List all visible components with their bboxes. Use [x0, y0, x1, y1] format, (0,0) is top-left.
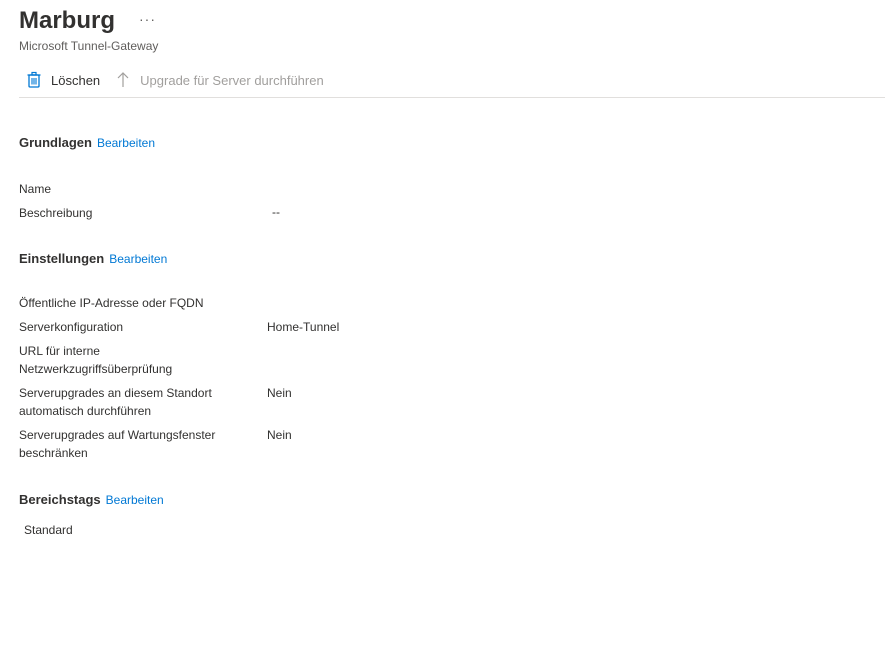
description-label: Beschreibung [19, 206, 93, 220]
maintenance-window-label-line2: beschränken [19, 446, 88, 460]
scope-tags-edit-link[interactable]: Bearbeiten [106, 493, 164, 507]
settings-edit-link[interactable]: Bearbeiten [109, 252, 167, 266]
public-ip-label: Öffentliche IP-Adresse oder FQDN [19, 296, 204, 310]
maintenance-window-value: Nein [267, 428, 292, 442]
scope-tags-section-header: Bereichstags Bearbeiten [19, 491, 164, 509]
server-config-label: Serverkonfiguration [19, 320, 124, 334]
upgrade-server-label: Upgrade für Server durchführen [140, 72, 324, 88]
more-options-button[interactable]: ··· [139, 9, 156, 29]
trash-icon [25, 71, 43, 89]
page-title: Marburg [19, 7, 115, 34]
scope-tag-item: Standard [24, 523, 73, 537]
settings-title: Einstellungen [19, 251, 105, 266]
upgrade-server-button[interactable]: Upgrade für Server durchführen [108, 64, 332, 96]
settings-section-header: Einstellungen Bearbeiten [19, 250, 167, 268]
maintenance-window-label: Serverupgrades auf Wartungsfenster besch… [19, 426, 244, 462]
delete-button[interactable]: Löschen [19, 64, 108, 96]
basics-section-header: Grundlagen Bearbeiten [19, 134, 155, 152]
page-subtitle: Microsoft Tunnel-Gateway [19, 39, 159, 53]
basics-edit-link[interactable]: Bearbeiten [97, 136, 155, 150]
auto-upgrade-label-line1: Serverupgrades an diesem Standort [19, 386, 212, 400]
scope-tags-title: Bereichstags [19, 492, 101, 507]
arrow-up-icon [114, 71, 132, 89]
maintenance-window-label-line1: Serverupgrades auf Wartungsfenster [19, 428, 216, 442]
auto-upgrade-label: Serverupgrades an diesem Standort automa… [19, 384, 244, 420]
delete-label: Löschen [51, 72, 101, 88]
description-value: -- [272, 205, 280, 219]
basics-title: Grundlagen [19, 135, 92, 150]
auto-upgrade-value: Nein [267, 386, 292, 400]
internal-url-label-line1: URL für interne [19, 344, 100, 358]
auto-upgrade-label-line2: automatisch durchführen [19, 404, 152, 418]
internal-url-label: URL für interne Netzwerkzugriffsüberprüf… [19, 342, 244, 378]
server-config-value: Home-Tunnel [267, 320, 340, 334]
name-label: Name [19, 182, 52, 196]
internal-url-label-line2: Netzwerkzugriffsüberprüfung [19, 362, 173, 376]
command-bar: Löschen Upgrade für Server durchführen [19, 64, 332, 96]
toolbar-divider [19, 97, 885, 98]
